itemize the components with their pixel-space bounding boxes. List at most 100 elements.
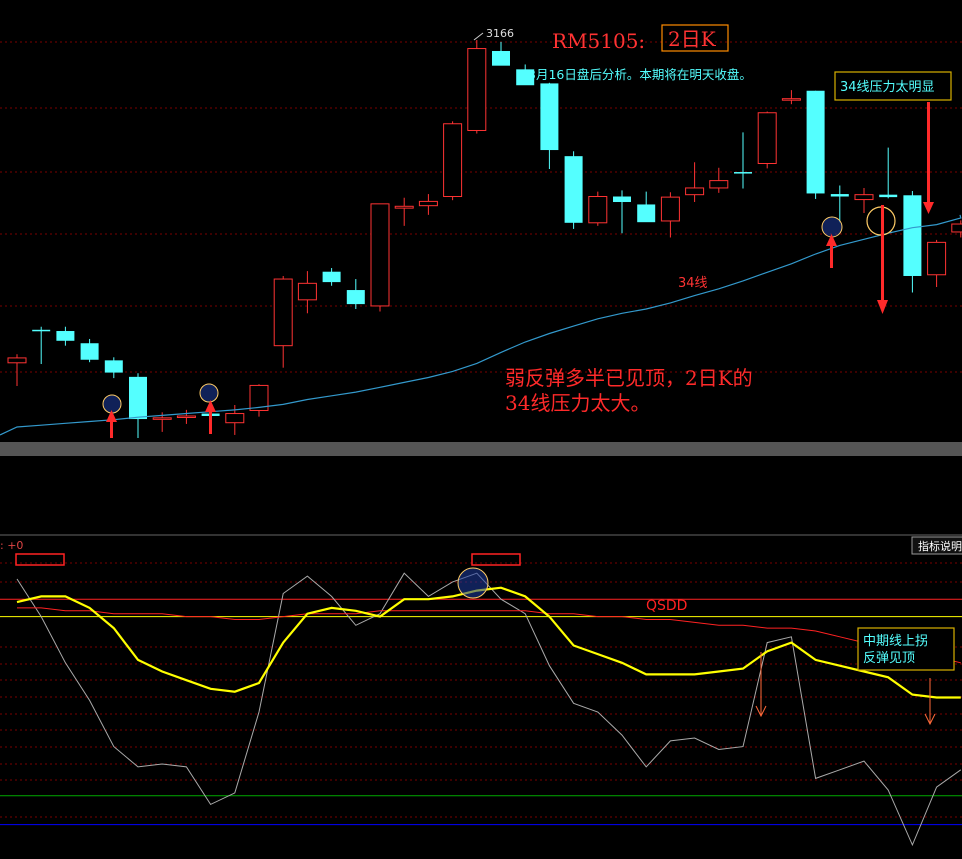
candle-body xyxy=(322,271,341,283)
candle-23 xyxy=(564,151,583,229)
candle-33 xyxy=(806,90,825,199)
candle-body xyxy=(346,290,365,305)
indicator-grid xyxy=(0,562,962,818)
chart-root: RM5105: 2日K 3月16日盘后分析。本期将在明天收盘。 3166 34线… xyxy=(0,0,962,859)
candle-body xyxy=(370,203,390,307)
candle-body xyxy=(394,205,414,209)
candle-37 xyxy=(903,191,922,293)
candle-36 xyxy=(879,147,898,199)
candle-body xyxy=(492,51,510,66)
indicator-series-0 xyxy=(16,586,961,699)
up-arrow-3 xyxy=(826,234,837,268)
candle-15 xyxy=(370,203,390,312)
candle-11 xyxy=(273,275,293,368)
candle-body xyxy=(418,200,438,207)
candle-body xyxy=(757,112,777,164)
candle-body xyxy=(443,123,463,198)
up-arrow-2 xyxy=(205,400,216,434)
down-arrow-1 xyxy=(877,205,888,314)
candle-4 xyxy=(104,357,123,379)
candle-0 xyxy=(7,354,27,387)
candle-body xyxy=(80,343,99,360)
indicator-lines xyxy=(16,572,962,847)
support-circle-3 xyxy=(821,216,843,238)
analysis-subtitle: 3月16日盘后分析。本期将在明天收盘。 xyxy=(528,67,752,82)
candle-body xyxy=(104,360,123,373)
candle-body xyxy=(129,376,147,420)
candle-body xyxy=(152,417,172,420)
indicator-annotation-line2: 反弹见顶 xyxy=(863,651,915,666)
candle-body xyxy=(781,98,801,101)
candle-10 xyxy=(249,384,269,417)
candle-body xyxy=(176,415,196,418)
candle-body xyxy=(685,187,705,196)
candle-body xyxy=(830,194,849,197)
candle-body xyxy=(225,413,245,424)
candle-body xyxy=(32,329,51,332)
candle-body xyxy=(297,282,317,301)
candle-19 xyxy=(467,40,487,134)
candle-1 xyxy=(32,326,51,365)
candle-38 xyxy=(927,239,947,287)
candle-body xyxy=(879,194,898,198)
candle-body xyxy=(903,195,922,276)
candle-20 xyxy=(492,41,510,66)
candlestick-series xyxy=(7,40,962,438)
candle-14 xyxy=(346,279,365,310)
indicator-annotation-line1: 中期线上拐 xyxy=(863,634,928,649)
candle-24 xyxy=(588,191,608,226)
candle-body xyxy=(467,48,487,131)
down-arrow-2 xyxy=(923,102,934,214)
candle-30 xyxy=(734,132,752,189)
main-comment-line2: 34线压力太大。 xyxy=(505,391,650,415)
candle-17 xyxy=(418,194,438,215)
indicator-reference-lines xyxy=(0,598,962,826)
indicator-help-label: 指标说明 xyxy=(918,539,962,553)
candle-31 xyxy=(757,111,777,169)
candle-body xyxy=(709,180,729,189)
symbol-label: RM5105: xyxy=(552,29,645,53)
main-comment-line1: 弱反弹多半已见顶，2日K的 xyxy=(505,366,753,390)
ma-label: 34线 xyxy=(678,276,708,291)
support-circle-1 xyxy=(102,394,122,414)
candle-body xyxy=(927,241,947,276)
candle-16 xyxy=(394,197,414,226)
candle-27 xyxy=(660,192,680,238)
candle-body xyxy=(951,223,962,233)
period-label: 2日K xyxy=(668,27,717,51)
candle-body xyxy=(734,172,752,174)
chart-canvas: RM5105: 2日K 3月16日盘后分析。本期将在明天收盘。 3166 34线… xyxy=(0,24,962,847)
candle-body xyxy=(637,204,656,223)
candle-22 xyxy=(540,82,559,169)
candle-25 xyxy=(613,190,631,234)
candle-body xyxy=(273,278,293,347)
up-arrow-1 xyxy=(106,410,117,438)
candle-39 xyxy=(951,220,962,238)
candle-body xyxy=(540,83,559,151)
indicator-prefix: : +0 xyxy=(0,539,23,552)
candle-7 xyxy=(176,409,196,424)
candle-32 xyxy=(781,90,801,105)
candle-35 xyxy=(854,187,874,214)
candle-13 xyxy=(322,268,341,286)
candle-body xyxy=(564,156,583,223)
candle-body xyxy=(7,357,27,364)
candle-body xyxy=(588,196,608,224)
candle-18 xyxy=(443,121,463,201)
candle-12 xyxy=(297,271,317,314)
candle-5 xyxy=(129,373,147,438)
indicator-name: QSDD xyxy=(646,598,687,614)
candle-28 xyxy=(685,162,705,203)
high-label-leader xyxy=(473,32,484,41)
candle-2 xyxy=(56,326,75,346)
candle-26 xyxy=(637,191,656,223)
panel-separator xyxy=(0,442,962,456)
high-label: 3166 xyxy=(486,27,514,40)
candle-body xyxy=(56,331,75,341)
candle-body xyxy=(806,90,825,194)
indicator-top-circle xyxy=(457,567,489,599)
support-circle-2 xyxy=(199,383,219,403)
candle-body xyxy=(613,196,631,203)
candle-body xyxy=(854,194,874,201)
candle-body xyxy=(660,196,680,222)
